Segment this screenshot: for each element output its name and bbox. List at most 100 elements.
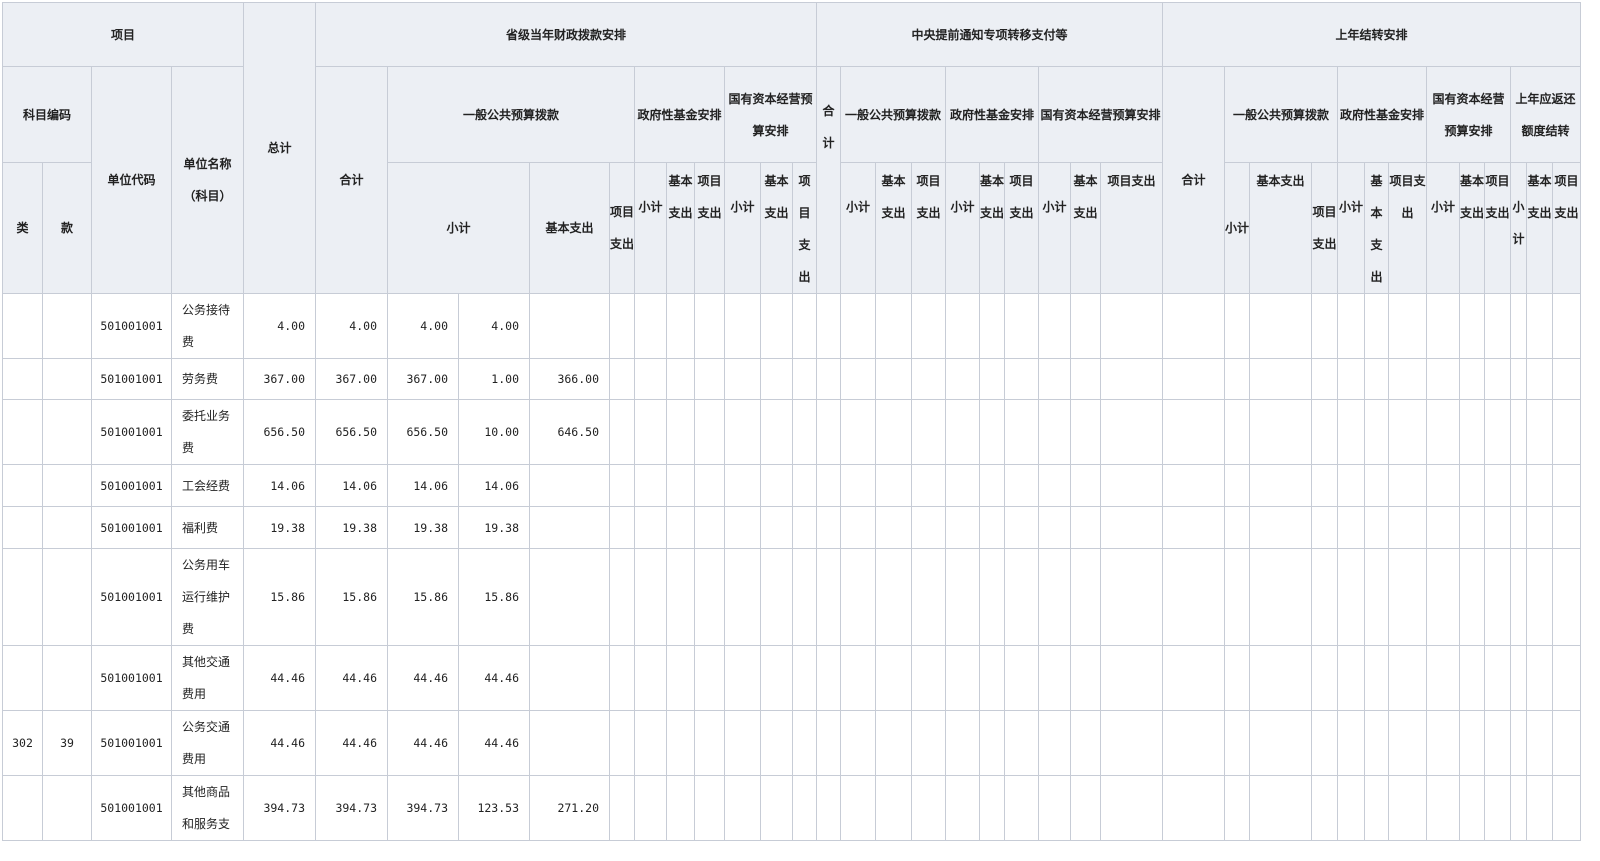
empty-cell [792,645,817,711]
class-cell [2,645,43,711]
table-row: 501001001 公务接待费 4.00 4.00 4.00 4.00 [2,293,1581,359]
empty-cell [666,464,695,507]
empty-cell [1070,464,1101,507]
project-exp-cell: 366.00 [529,358,610,400]
empty-cell [1249,358,1312,400]
unit-code-cell: 501001001 [91,710,172,776]
empty-cell [609,293,635,359]
empty-cell [1249,293,1312,359]
empty-cell [792,464,817,507]
empty-cell [979,645,1005,711]
empty-cell [1100,645,1163,711]
basic-exp-cell: 123.53 [458,775,530,841]
empty-cell [609,775,635,841]
header-basic-exp: 基本支出 [760,162,793,294]
empty-cell [1484,399,1511,465]
header-provincial-total: 合计 [315,66,388,294]
header-subtotal: 小计 [1426,162,1460,294]
empty-cell [1459,293,1485,359]
empty-cell [1426,710,1460,776]
empty-cell [1364,399,1389,465]
empty-cell [1337,506,1365,549]
empty-cell [724,645,761,711]
general-subtotal-cell: 394.73 [387,775,459,841]
header-project-exp: 项目支出 [1004,162,1039,294]
unit-name-cell: 劳务费 [171,358,244,400]
empty-cell [694,293,725,359]
empty-cell [1070,548,1101,646]
project-exp-cell [529,293,610,359]
empty-cell [724,710,761,776]
empty-cell [979,710,1005,776]
empty-cell [634,710,667,776]
unit-name-cell: 其他交通费用 [171,645,244,711]
provincial-total-cell: 44.46 [315,710,388,776]
empty-cell [1552,506,1581,549]
empty-cell [1162,293,1225,359]
empty-cell [1311,710,1338,776]
empty-cell [724,399,761,465]
empty-cell [1337,548,1365,646]
empty-cell [1100,464,1163,507]
empty-cell [634,293,667,359]
provincial-total-cell: 656.50 [315,399,388,465]
empty-cell [1100,710,1163,776]
empty-cell [1510,506,1527,549]
empty-cell [1510,548,1527,646]
header-project-exp: 项目支出 [1100,162,1163,294]
empty-cell [1038,775,1071,841]
empty-cell [1388,775,1427,841]
empty-cell [1484,775,1511,841]
empty-cell [1552,358,1581,400]
table-row: 501001001 劳务费 367.00 367.00 367.00 1.00 366.00 [2,358,1581,400]
empty-cell [1070,710,1101,776]
empty-cell [979,293,1005,359]
empty-cell [666,358,695,400]
table-row: 501001001 其他商品和服务支 394.73 394.73 394.73 123.5… [2,775,1581,841]
empty-cell [1311,775,1338,841]
empty-cell [840,293,876,359]
unit-name-cell: 工会经费 [171,464,244,507]
section-cell [42,399,92,465]
empty-cell [979,548,1005,646]
empty-cell [1426,464,1460,507]
header-project-exp: 项目支出 [1484,162,1511,294]
empty-cell [1510,775,1527,841]
empty-cell [1388,358,1427,400]
empty-cell [875,293,912,359]
general-subtotal-cell: 44.46 [387,710,459,776]
header-basic-exp: 基本支出 [666,162,695,294]
provincial-total-cell: 15.86 [315,548,388,646]
empty-cell [1364,358,1389,400]
header-subtotal: 小计 [1510,162,1527,294]
empty-cell [1224,464,1250,507]
empty-cell [1364,548,1389,646]
empty-cell [1249,775,1312,841]
header-subtotal: 小计 [945,162,980,294]
header-central-soe: 国有资本经营预算安排 [1038,66,1163,163]
empty-cell [792,358,817,400]
empty-cell [1311,464,1338,507]
empty-cell [1388,710,1427,776]
empty-cell [760,358,793,400]
empty-cell [1510,293,1527,359]
general-subtotal-cell: 14.06 [387,464,459,507]
grand-total-cell: 656.50 [243,399,316,465]
empty-cell [1552,645,1581,711]
unit-code-cell: 501001001 [91,548,172,646]
empty-cell [979,464,1005,507]
empty-cell [1426,548,1460,646]
unit-name-cell: 福利费 [171,506,244,549]
header-class: 类 [2,162,43,294]
class-cell [2,464,43,507]
empty-cell [816,399,841,465]
header-subtotal: 小计 [840,162,876,294]
empty-cell [1311,399,1338,465]
grand-total-cell: 4.00 [243,293,316,359]
unit-code-cell: 501001001 [91,506,172,549]
grand-total-cell: 44.46 [243,645,316,711]
empty-cell [1484,548,1511,646]
empty-cell [666,293,695,359]
empty-cell [1337,775,1365,841]
empty-cell [1426,506,1460,549]
